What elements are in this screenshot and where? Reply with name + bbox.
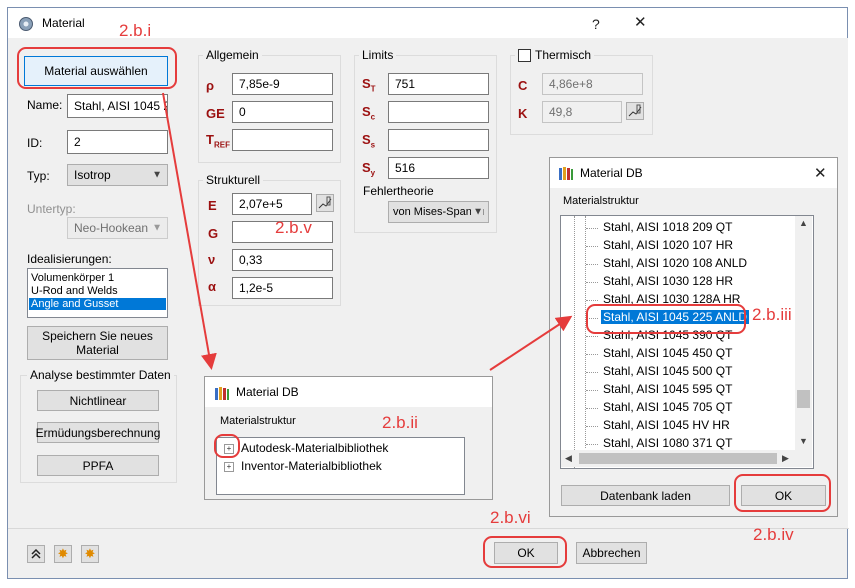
arrow-select-to-db [162,92,217,370]
annotation-2biii: 2.b.iii [752,305,792,324]
annotation-2biv: 2.b.iv [753,525,794,544]
highlight-main-ok [483,536,567,568]
annotation-2bii: 2.b.ii [382,413,418,432]
arrow-db-to-db [489,315,573,371]
annotation-2bv: 2.b.v [275,218,312,237]
annotation-2bi: 2.b.i [119,21,152,40]
highlight-selected-material [586,304,746,334]
highlight-db-ok [734,474,831,512]
highlight-expand-node [214,434,240,458]
annotation-2bvi: 2.b.vi [490,508,531,527]
highlight-select-button [17,47,177,89]
